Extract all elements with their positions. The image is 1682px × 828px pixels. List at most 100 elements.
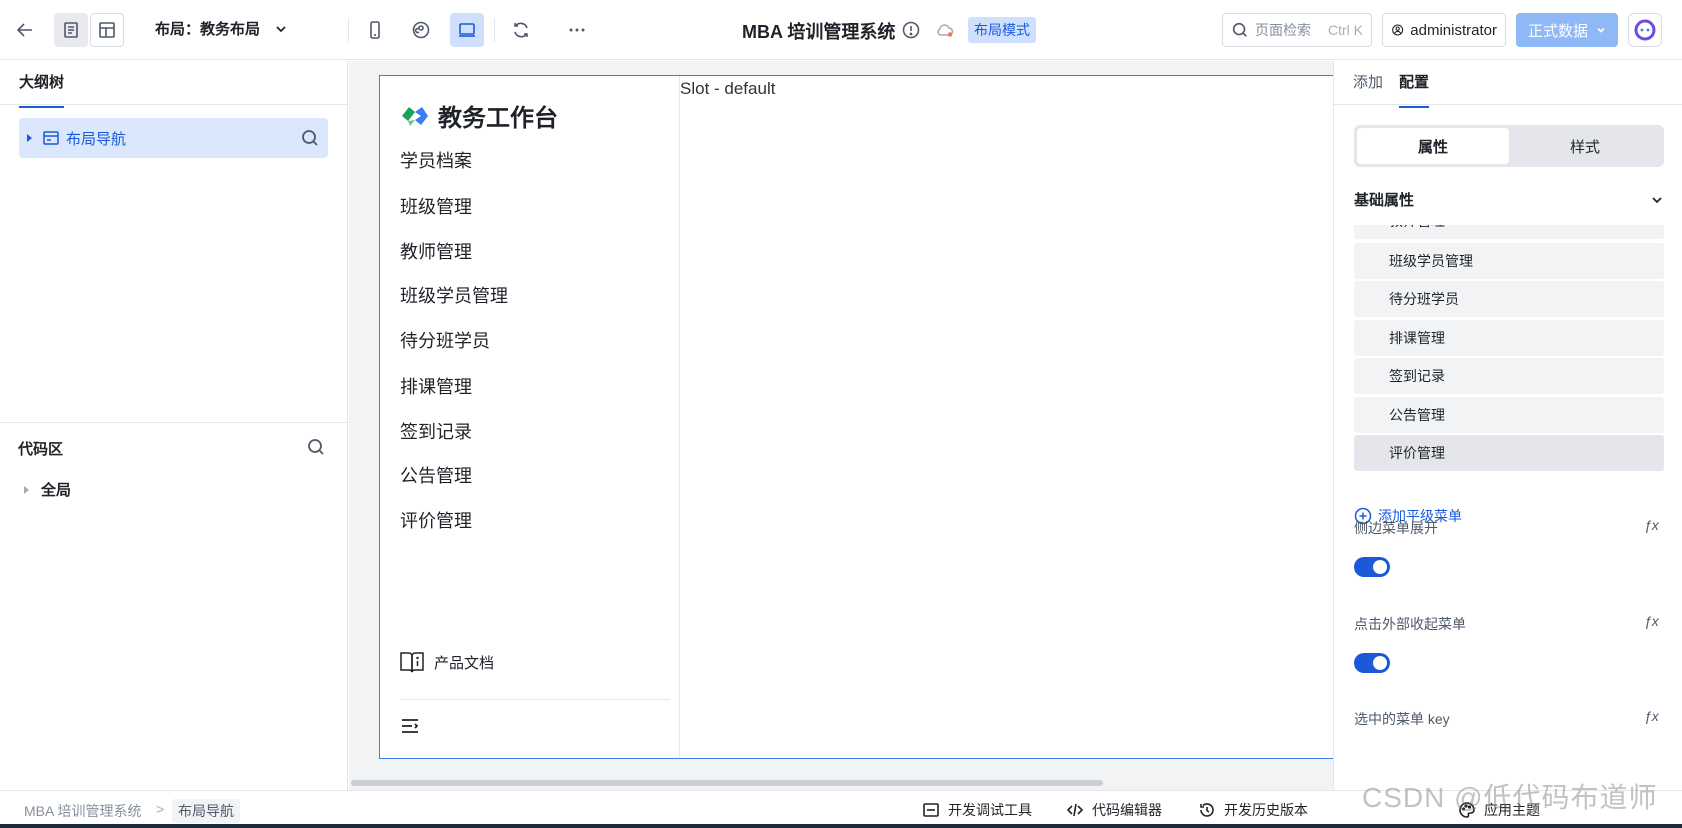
breadcrumb-app[interactable]: MBA 培训管理系统 — [24, 801, 141, 821]
layout-mode-badge: 布局模式 — [968, 17, 1036, 43]
product-docs-label: 产品文档 — [434, 654, 495, 672]
search-icon[interactable] — [300, 128, 320, 148]
tab-add[interactable]: 添加 — [1353, 71, 1383, 106]
left-panel: 大纲树 布局导航 代码区 全局 — [0, 61, 348, 790]
caret-right-icon[interactable] — [27, 134, 32, 142]
dev-history-button[interactable]: 开发历史版本 — [1198, 800, 1308, 820]
fx-binding-icon[interactable]: ƒx — [1644, 517, 1659, 533]
seg-style[interactable]: 样式 — [1509, 128, 1661, 164]
chevron-down-icon — [276, 25, 286, 32]
tab-outline-tree[interactable]: 大纲树 — [19, 71, 65, 108]
sidebar-expand-toggle[interactable] — [1354, 557, 1390, 577]
panel-divider — [0, 104, 348, 105]
refresh-icon[interactable] — [504, 13, 538, 47]
fx-binding-icon[interactable]: ƒx — [1644, 708, 1659, 724]
tree-node-layout-nav[interactable]: 布局导航 — [19, 118, 328, 158]
data-env-label: 正式数据 — [1527, 22, 1588, 40]
nav-item-class-student-mgmt[interactable]: 班级学员管理 — [400, 282, 508, 308]
dev-debug-tool-label: 开发调试工具 — [948, 802, 1032, 818]
menu-config-row[interactable]: 排课管理 — [1354, 320, 1664, 356]
miniapp-device-icon[interactable] — [404, 13, 438, 47]
tree-node-label: 布局导航 — [66, 130, 127, 148]
search-shortcut: Ctrl K — [1328, 22, 1363, 38]
design-canvas: 教务工作台 学员档案 班级管理 教师管理 班级学员管理 待分班学员 排课管理 签… — [349, 61, 1333, 790]
code-editor-button[interactable]: 代码编辑器 — [1066, 800, 1162, 820]
search-icon — [1232, 22, 1247, 37]
props-style-switch: 属性 样式 — [1354, 125, 1664, 167]
dev-history-label: 开发历史版本 — [1224, 802, 1308, 818]
nav-item-class-mgmt[interactable]: 班级管理 — [400, 193, 472, 219]
assistant-avatar[interactable] — [1628, 13, 1662, 47]
bottom-edge-strip — [0, 824, 1682, 828]
layout-selector[interactable]: 布局：教务布局 — [155, 18, 288, 39]
layout-view-icon[interactable] — [90, 13, 124, 47]
toolbar-divider — [348, 18, 349, 42]
nav-sidebar: 教务工作台 学员档案 班级管理 教师管理 班级学员管理 待分班学员 排课管理 签… — [380, 76, 680, 758]
nav-item-notice-mgmt[interactable]: 公告管理 — [400, 462, 472, 488]
layout-selector-label: 布局：教务布局 — [155, 21, 261, 38]
page-search-input[interactable]: 页面检索 Ctrl K — [1222, 13, 1372, 47]
mobile-device-icon[interactable] — [358, 13, 392, 47]
nav-item-checkin-records[interactable]: 签到记录 — [400, 418, 472, 444]
more-icon[interactable] — [560, 13, 594, 47]
menu-config-row[interactable]: 教师管理 — [1354, 225, 1664, 239]
page-view-icon[interactable] — [54, 13, 88, 47]
prop-label-selected-key: 选中的菜单 key — [1354, 711, 1450, 727]
basic-props-header[interactable]: 基础属性 — [1354, 189, 1664, 210]
user-circle-icon — [1392, 24, 1404, 36]
nav-item-evaluation-mgmt[interactable]: 评价管理 — [400, 507, 472, 533]
brand-title: 教务工作台 — [438, 105, 558, 132]
history-icon — [1200, 803, 1214, 817]
product-docs-link[interactable]: 产品文档 — [398, 649, 494, 675]
layout-component-icon — [43, 131, 59, 145]
chevron-down-icon — [1597, 27, 1605, 33]
panel-divider — [0, 422, 348, 423]
data-env-button[interactable]: 正式数据 — [1516, 13, 1618, 47]
search-placeholder: 页面检索 — [1255, 22, 1311, 38]
menu-config-row[interactable]: 待分班学员 — [1354, 281, 1664, 317]
code-node-label: 全局 — [41, 482, 72, 499]
menu-collapse-button[interactable] — [400, 716, 420, 739]
tab-config[interactable]: 配置 — [1399, 71, 1430, 108]
seg-properties[interactable]: 属性 — [1357, 128, 1509, 164]
ai-assistant-icon — [1634, 19, 1656, 41]
prop-label-click-outside: 点击外部收起菜单 — [1354, 616, 1466, 632]
code-icon — [1066, 803, 1084, 817]
desktop-device-icon[interactable] — [450, 13, 484, 47]
nav-item-pending-students[interactable]: 待分班学员 — [400, 327, 490, 353]
nav-item-student-files[interactable]: 学员档案 — [400, 147, 472, 173]
horizontal-scrollbar[interactable] — [351, 780, 1103, 786]
menu-fold-icon — [402, 719, 419, 733]
breadcrumb-separator: > — [156, 801, 165, 817]
menu-config-row[interactable]: 公告管理 — [1354, 397, 1664, 433]
back-arrow-icon[interactable] — [8, 13, 42, 47]
basic-props-title: 基础属性 — [1354, 192, 1415, 209]
preview-frame[interactable]: 教务工作台 学员档案 班级管理 教师管理 班级学员管理 待分班学员 排课管理 签… — [379, 75, 1333, 759]
nav-footer-divider — [400, 699, 670, 700]
nav-item-schedule-mgmt[interactable]: 排课管理 — [400, 373, 472, 399]
toolbar-divider — [494, 18, 495, 42]
info-circle-icon[interactable] — [894, 13, 928, 47]
cloud-sync-icon[interactable] — [928, 13, 962, 47]
menu-config-row[interactable]: 班级学员管理 — [1354, 243, 1664, 279]
code-node-global[interactable]: 全局 — [24, 479, 71, 500]
code-search-button[interactable] — [306, 437, 326, 460]
click-outside-toggle[interactable] — [1354, 653, 1390, 673]
caret-right-icon[interactable] — [24, 485, 29, 494]
dev-debug-tool-button[interactable]: 开发调试工具 — [922, 800, 1032, 820]
chevron-down-icon — [1652, 196, 1662, 203]
nav-item-teacher-mgmt[interactable]: 教师管理 — [400, 238, 472, 264]
user-menu-button[interactable]: administrator — [1382, 13, 1506, 47]
top-toolbar: 布局：教务布局 MBA 培训管理系统 布局模式 页面检索 Ctrl K admi… — [0, 0, 1682, 60]
slot-default-label: Slot - default — [680, 79, 776, 98]
search-icon — [308, 439, 324, 455]
right-panel: 添加 配置 属性 样式 基础属性 教师管理 班级学员管理 待分班学员 排课管理 … — [1333, 61, 1682, 790]
debug-panel-icon — [923, 803, 939, 817]
fx-binding-icon[interactable]: ƒx — [1644, 613, 1659, 629]
prop-label-sidebar-expand: 侧边菜单展开 — [1354, 520, 1438, 536]
breadcrumb-current[interactable]: 布局导航 — [172, 799, 240, 823]
menu-config-row[interactable]: 评价管理 — [1354, 435, 1664, 471]
menu-config-row[interactable]: 签到记录 — [1354, 358, 1664, 394]
app-title: MBA 培训管理系统 — [742, 22, 896, 42]
csdn-watermark: CSDN @低代码布道师 — [1362, 782, 1658, 813]
